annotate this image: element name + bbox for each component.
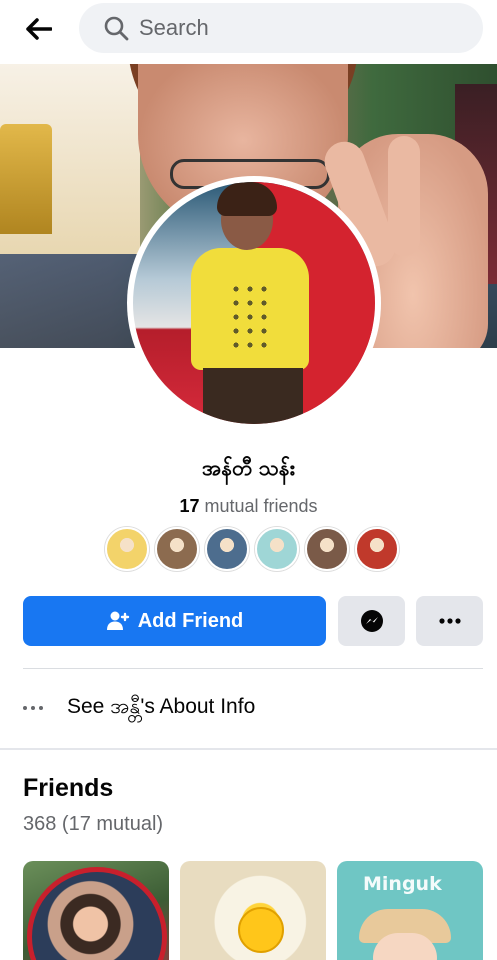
mutual-count-label: mutual friends [204, 496, 318, 516]
profile-picture[interactable] [127, 176, 381, 430]
mutual-friends-avatars[interactable] [105, 527, 399, 573]
friends-section-title: Friends [23, 774, 114, 802]
friend-tile[interactable] [180, 861, 326, 960]
friend-tile[interactable] [23, 861, 169, 960]
friends-grid: Minguk [23, 861, 497, 960]
mutual-friend-avatar[interactable] [305, 527, 349, 571]
mutual-count-number: 17 [179, 496, 200, 516]
mutual-friend-avatar[interactable] [205, 527, 249, 571]
back-button[interactable] [22, 12, 56, 46]
ellipsis-icon [23, 706, 51, 710]
avatar [133, 182, 375, 424]
add-friend-icon [106, 611, 129, 630]
mutual-friend-avatar[interactable] [255, 527, 299, 571]
search-input[interactable]: Search [79, 3, 483, 53]
divider [23, 668, 483, 669]
profile-name: အန်တီ သန်း [202, 457, 295, 480]
mutual-friend-avatar[interactable] [155, 527, 199, 571]
friends-count: 368 (17 mutual) [23, 813, 164, 835]
section-divider [0, 748, 497, 750]
add-friend-label: Add Friend [137, 609, 244, 632]
more-dots-icon [438, 618, 461, 624]
top-bar: Search [0, 0, 497, 58]
messenger-button[interactable] [338, 596, 405, 646]
friend-tile-text: Minguk [363, 873, 442, 895]
more-options-button[interactable] [416, 596, 483, 646]
add-friend-button[interactable]: Add Friend [23, 596, 326, 646]
friend-tile[interactable]: Minguk [337, 861, 483, 960]
mutual-friend-avatar[interactable] [355, 527, 399, 571]
about-info-label: See အန္တီ's About Info [67, 694, 256, 718]
see-about-info-link[interactable]: See အန္တီ's About Info [23, 690, 255, 726]
search-placeholder: Search [139, 15, 209, 40]
messenger-icon [360, 610, 383, 632]
mutual-friends-count[interactable]: 17 mutual friends [0, 496, 497, 517]
mutual-friend-avatar[interactable] [105, 527, 149, 571]
search-icon [104, 16, 129, 41]
back-arrow-icon [26, 18, 52, 40]
